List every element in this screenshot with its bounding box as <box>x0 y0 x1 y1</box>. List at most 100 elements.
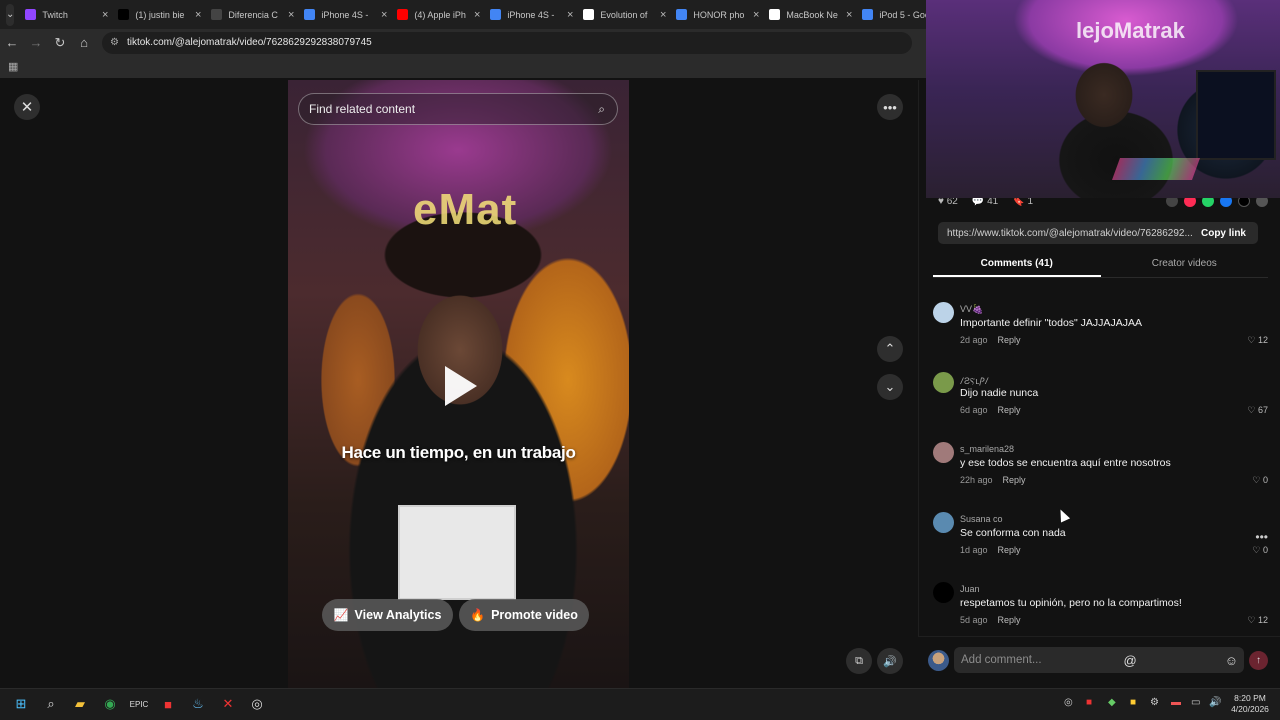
browser-tab[interactable]: MacBook Ne × <box>764 2 857 28</box>
search-icon[interactable]: ⌕ <box>598 102 605 117</box>
tray-yellow-icon[interactable]: ■ <box>1130 697 1136 708</box>
video-player[interactable]: eMat Hace un tiempo, en un trabajo <box>288 80 629 688</box>
tab-close-icon[interactable]: × <box>660 9 666 21</box>
comment-meta: 1d ago Reply <box>960 545 1021 555</box>
browser-tab[interactable]: (1) justin bie × <box>113 2 206 28</box>
back-icon[interactable]: ← <box>0 35 24 50</box>
comment-input[interactable]: Add comment... @ ☺ <box>954 647 1244 673</box>
comment-like-button[interactable]: ♡ 0 <box>1252 545 1268 556</box>
reply-button[interactable]: Reply <box>998 615 1021 625</box>
browser-tab[interactable]: HONOR pho × <box>671 2 764 28</box>
avatar[interactable] <box>933 582 954 603</box>
browser-tab[interactable]: Twitch × <box>20 2 113 28</box>
tab-close-icon[interactable]: × <box>288 9 294 21</box>
epic-games-icon[interactable]: EPIC <box>129 694 149 714</box>
comment-like-count: 67 <box>1257 405 1268 415</box>
comment-time: 2d ago <box>960 335 988 345</box>
app-red-icon[interactable]: ■ <box>158 694 178 714</box>
tray-red-icon[interactable]: ■ <box>1086 697 1092 708</box>
play-icon[interactable] <box>445 366 477 406</box>
monitor <box>1196 70 1276 160</box>
reload-icon[interactable]: ↻ <box>48 35 72 51</box>
comment-like-button[interactable]: ♡ 12 <box>1247 615 1268 626</box>
browser-tab[interactable]: Diferencia C × <box>206 2 299 28</box>
reply-button[interactable]: Reply <box>998 335 1021 345</box>
comment-like-button[interactable]: ♡ 67 <box>1247 405 1268 416</box>
comment-username[interactable]: Susana co <box>960 514 1003 524</box>
x-app-icon[interactable]: ✕ <box>218 694 238 714</box>
comment-item: Susana co Se conforma con nada 1d ago Reply… <box>933 510 1268 568</box>
comment-placeholder: Add comment... <box>961 654 1042 666</box>
tray-nvidia-icon[interactable]: ◆ <box>1108 697 1116 708</box>
tab-close-icon[interactable]: × <box>567 9 573 21</box>
avatar[interactable] <box>933 372 954 393</box>
comment-time: 5d ago <box>960 615 988 625</box>
forward-icon[interactable]: → <box>24 35 48 50</box>
next-video-icon[interactable]: ⌄ <box>877 374 903 400</box>
reply-button[interactable]: Reply <box>998 545 1021 555</box>
floating-player-icon[interactable]: ⧉ <box>846 648 872 674</box>
tab-creator-videos[interactable]: Creator videos <box>1101 252 1269 277</box>
avatar[interactable] <box>933 512 954 533</box>
mention-icon[interactable]: @ <box>1124 653 1137 668</box>
url-text: tiktok.com/@alejomatrak/video/7628629292… <box>126 37 372 48</box>
webcam-overlay: lejoMatrak <box>926 0 1280 198</box>
home-icon[interactable]: ⌂ <box>72 35 96 50</box>
apps-grid-icon[interactable]: ▦ <box>8 60 18 73</box>
tray-obs-icon[interactable]: ◎ <box>1064 697 1073 708</box>
comment-username[interactable]: ⳆƧⲊⳑⳎⳆ <box>960 374 989 387</box>
obs-icon[interactable]: ◎ <box>247 694 267 714</box>
browser-tab[interactable]: Evolution of × <box>578 2 671 28</box>
google-icon <box>676 9 688 20</box>
browser-tab[interactable]: iPhone 4S - × <box>299 2 392 28</box>
avatar[interactable] <box>933 302 954 323</box>
network-icon[interactable]: ▭ <box>1191 697 1200 708</box>
tab-close-icon[interactable]: × <box>846 9 852 21</box>
find-related-search[interactable]: Find related content ⌕ <box>298 93 618 125</box>
tab-search-icon[interactable]: ⌄ <box>6 3 15 26</box>
tab-close-icon[interactable]: × <box>102 9 108 21</box>
comment-username[interactable]: Juan <box>960 584 980 594</box>
comment-item: VV🍇 Importante definir "todos" JAJJAJAJAA… <box>933 300 1268 358</box>
sound-icon[interactable]: 🔊 <box>1209 697 1221 708</box>
search-icon[interactable]: ⌕ <box>41 694 61 714</box>
tab-close-icon[interactable]: × <box>474 9 480 21</box>
comment-meta: 22h ago Reply <box>960 475 1026 485</box>
comment-like-button[interactable]: ♡ 0 <box>1252 475 1268 486</box>
comment-username[interactable]: s_marilena28 <box>960 444 1014 454</box>
avatar[interactable] <box>928 650 949 671</box>
windows-start-icon[interactable]: ⊞ <box>11 694 31 714</box>
tab-close-icon[interactable]: × <box>381 9 387 21</box>
copy-link-button[interactable]: Copy link <box>1201 228 1246 239</box>
file-explorer-icon[interactable]: ▰ <box>70 694 90 714</box>
reply-button[interactable]: Reply <box>1003 475 1026 485</box>
steam-icon[interactable]: ♨ <box>188 694 208 714</box>
promote-video-button[interactable]: 🔥 Promote video <box>459 599 589 631</box>
site-info-icon[interactable]: ⚙ <box>110 37 119 48</box>
share-link-box[interactable]: https://www.tiktok.com/@alejomatrak/vide… <box>938 222 1258 244</box>
browser-tab[interactable]: iPhone 4S - × <box>485 2 578 28</box>
tab-close-icon[interactable]: × <box>753 9 759 21</box>
chrome-icon[interactable]: ◉ <box>100 694 120 714</box>
previous-video-icon[interactable]: ⌃ <box>877 336 903 362</box>
tray-flag-icon[interactable]: ▬ <box>1171 697 1181 708</box>
tray-settings-icon[interactable]: ⚙ <box>1150 697 1159 708</box>
volume-icon[interactable]: 🔊 <box>877 648 903 674</box>
comment-more-icon[interactable]: ••• <box>1255 530 1268 544</box>
browser-tab[interactable]: (4) Apple iPh × <box>392 2 485 28</box>
close-icon[interactable]: ✕ <box>14 94 40 120</box>
tab-comments[interactable]: Comments (41) <box>933 252 1101 277</box>
send-comment-button[interactable]: ↑ <box>1249 651 1268 670</box>
clock[interactable]: 8:20 PM 4/20/2026 <box>1226 693 1274 715</box>
comment-like-button[interactable]: ♡ 12 <box>1247 335 1268 346</box>
reply-button[interactable]: Reply <box>998 405 1021 415</box>
view-analytics-button[interactable]: 📈 View Analytics <box>322 599 453 631</box>
comment-meta: 6d ago Reply <box>960 405 1021 415</box>
comment-username[interactable]: VV🍇 <box>960 304 983 315</box>
address-bar[interactable]: ⚙ tiktok.com/@alejomatrak/video/76286292… <box>102 31 912 54</box>
tab-close-icon[interactable]: × <box>195 9 201 21</box>
avatar[interactable] <box>933 442 954 463</box>
more-options-icon[interactable]: ••• <box>877 94 903 120</box>
neon-sign: eMat <box>413 185 518 234</box>
emoji-icon[interactable]: ☺ <box>1225 653 1238 668</box>
